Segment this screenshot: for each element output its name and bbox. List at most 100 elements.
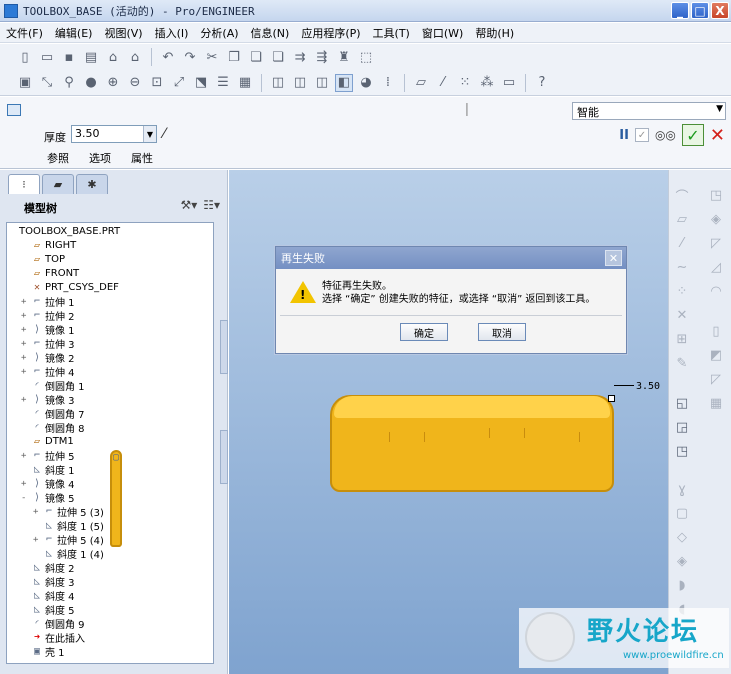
hidden-line-icon[interactable]: ◫ (291, 74, 309, 92)
menu-file[interactable]: 文件(F) (6, 25, 43, 41)
undo-icon[interactable]: ↶ (159, 48, 177, 66)
regen-manager-icon[interactable]: ⇶ (313, 48, 331, 66)
tree-item[interactable]: + ⟩ 镜像 3 (21, 393, 75, 407)
preview-checkbox[interactable]: ✓ (634, 128, 649, 142)
expand-toggle-icon[interactable]: + (21, 339, 29, 349)
tree-item[interactable]: + ⟩ 镜像 1 (21, 323, 75, 337)
datum-planes-icon[interactable]: ▱ (412, 74, 430, 92)
cut-icon[interactable]: ✂ (203, 48, 221, 66)
tree-item[interactable]: + ⌐ 拉伸 2 (21, 309, 75, 323)
tree-item[interactable]: ▱ RIGHT (21, 239, 76, 252)
paste-special-icon[interactable]: ❏ (269, 48, 287, 66)
tree-settings-icon[interactable]: ⚒▾ (180, 198, 197, 212)
email-icon[interactable]: ⌂ (104, 48, 122, 66)
round-tool-icon[interactable]: ▦ (707, 394, 725, 412)
analysis-tool-icon[interactable]: ⊞ (673, 330, 691, 348)
save-icon[interactable]: ▪ (60, 48, 78, 66)
revolve-tool-icon[interactable]: ◈ (707, 210, 725, 228)
copy-feature-icon[interactable]: ◱ (673, 394, 691, 412)
pause-button[interactable]: II (619, 128, 629, 143)
expand-toggle-icon[interactable]: + (33, 535, 41, 545)
expand-toggle-icon[interactable]: + (21, 451, 29, 461)
tree-item[interactable]: ◜ 倒圆角 1 (21, 379, 85, 393)
tree-item[interactable]: ▣ 壳 1 (21, 645, 65, 659)
shell-tool-icon[interactable]: ▯ (707, 322, 725, 340)
plane-tool-icon[interactable]: ▱ (673, 210, 691, 228)
datum-axes-icon[interactable]: ⁄ (434, 74, 452, 92)
csys-tool-icon[interactable]: ✕ (673, 306, 691, 324)
tree-item[interactable]: ◺ 斜度 2 (21, 561, 75, 575)
apply-button[interactable]: ✓ (681, 124, 704, 146)
new-icon[interactable]: ▯ (16, 48, 34, 66)
tree-item[interactable]: + ⌐ 拉伸 4 (21, 365, 75, 379)
context-help-icon[interactable]: ? (533, 74, 551, 92)
thickness-input[interactable]: 3.50 ▼ (71, 125, 157, 143)
print-icon[interactable]: ▤ (82, 48, 100, 66)
tree-item[interactable]: - ⟩ 镜像 5 (21, 491, 75, 505)
maximize-button[interactable]: □ (691, 2, 709, 19)
trim-tool-icon[interactable]: ▢ (673, 504, 691, 522)
enhanced-realism-icon[interactable]: ◕ (357, 74, 375, 92)
paste-icon[interactable]: ❏ (247, 48, 265, 66)
menu-info[interactable]: 信息(N) (251, 25, 290, 41)
curve-tool-icon[interactable]: ∼ (673, 258, 691, 276)
tree-item[interactable]: ◺ 斜度 1 (5) (33, 519, 104, 533)
tab-properties[interactable]: 属性 (131, 150, 153, 166)
tree-item[interactable]: + ⌐ 拉伸 5 (4) (33, 533, 104, 547)
extrude-tool-icon[interactable]: ◳ (707, 186, 725, 204)
tree-item[interactable]: ▢ TOOLBOX_BASE.PRT (9, 225, 122, 547)
tree-item[interactable]: + ⌐ 拉伸 5 (21, 449, 75, 463)
menu-help[interactable]: 帮助(H) (475, 25, 514, 41)
expand-toggle-icon[interactable]: - (21, 493, 29, 503)
tree-item[interactable]: ◺ 斜度 1 (21, 463, 75, 477)
display-style-icon[interactable]: ⁞ (379, 74, 397, 92)
reorient-icon[interactable]: ⤢ (170, 74, 188, 92)
expand-toggle-icon[interactable]: + (21, 325, 29, 335)
redraw-icon[interactable]: ▣ (16, 74, 34, 92)
sweep-tool-icon[interactable]: ◸ (707, 234, 725, 252)
cancel-button[interactable]: 取消 (478, 323, 526, 341)
orient-icon[interactable]: ⚲ (60, 74, 78, 92)
offset-tool-icon[interactable]: ◇ (673, 528, 691, 546)
merge-tool-icon[interactable]: ɣ (673, 480, 691, 498)
datum-csys-icon[interactable]: ⁂ (478, 74, 496, 92)
tab-folder-browser[interactable]: ▰ (42, 174, 74, 194)
tree-item[interactable]: ◺ 斜度 1 (4) (33, 547, 104, 561)
tree-columns-icon[interactable]: ☷▾ (203, 198, 220, 212)
datum-plane-tool-icon[interactable]: ⌒ (673, 186, 691, 205)
hole-tool-icon[interactable]: ◠ (707, 282, 725, 300)
tree-item[interactable]: ◺ 斜度 5 (21, 603, 75, 617)
tree-item[interactable]: ➜ 在此插入 (21, 631, 85, 645)
no-hidden-icon[interactable]: ◫ (313, 74, 331, 92)
spin-center-icon[interactable]: ⤡ (38, 74, 56, 92)
datum-points-icon[interactable]: ⁙ (456, 74, 474, 92)
copy-icon[interactable]: ❐ (225, 48, 243, 66)
tree-item[interactable]: ◜ 倒圆角 7 (21, 407, 85, 421)
appearance-icon[interactable]: ● (82, 74, 100, 92)
close-button[interactable]: X (711, 2, 729, 19)
saved-views-icon[interactable]: ⬔ (192, 74, 210, 92)
expand-toggle-icon[interactable]: + (21, 367, 29, 377)
tab-model-tree[interactable]: ⁝ (8, 174, 40, 194)
open-icon[interactable]: ▭ (38, 48, 56, 66)
draft-tool-icon[interactable]: ◸ (707, 370, 725, 388)
zoom-in-icon[interactable]: ⊕ (104, 74, 122, 92)
menu-edit[interactable]: 编辑(E) (55, 25, 93, 41)
zoom-out-icon[interactable]: ⊖ (126, 74, 144, 92)
filter-select[interactable]: 智能 ▼ (572, 102, 726, 120)
expand-toggle-icon[interactable]: + (21, 395, 29, 405)
redo-icon[interactable]: ↷ (181, 48, 199, 66)
ok-button[interactable]: 确定 (400, 323, 448, 341)
tree-item[interactable]: + ⟩ 镜像 2 (21, 351, 75, 365)
splitter-handle[interactable] (220, 430, 228, 484)
menu-applications[interactable]: 应用程序(P) (301, 25, 360, 41)
tab-favorites[interactable]: ✱ (76, 174, 108, 194)
expand-toggle-icon[interactable]: + (21, 479, 29, 489)
axis-tool-icon[interactable]: ⁄ (673, 234, 691, 252)
pin-icon[interactable]: ǀ (465, 102, 475, 118)
wireframe-icon[interactable]: ◫ (269, 74, 287, 92)
chevron-down-icon[interactable]: ▼ (143, 126, 156, 142)
blend-tool-icon[interactable]: ◿ (707, 258, 725, 276)
tree-item[interactable]: ▱ FRONT (21, 267, 79, 280)
tree-item[interactable]: + ⌐ 拉伸 5 (3) (33, 505, 104, 519)
